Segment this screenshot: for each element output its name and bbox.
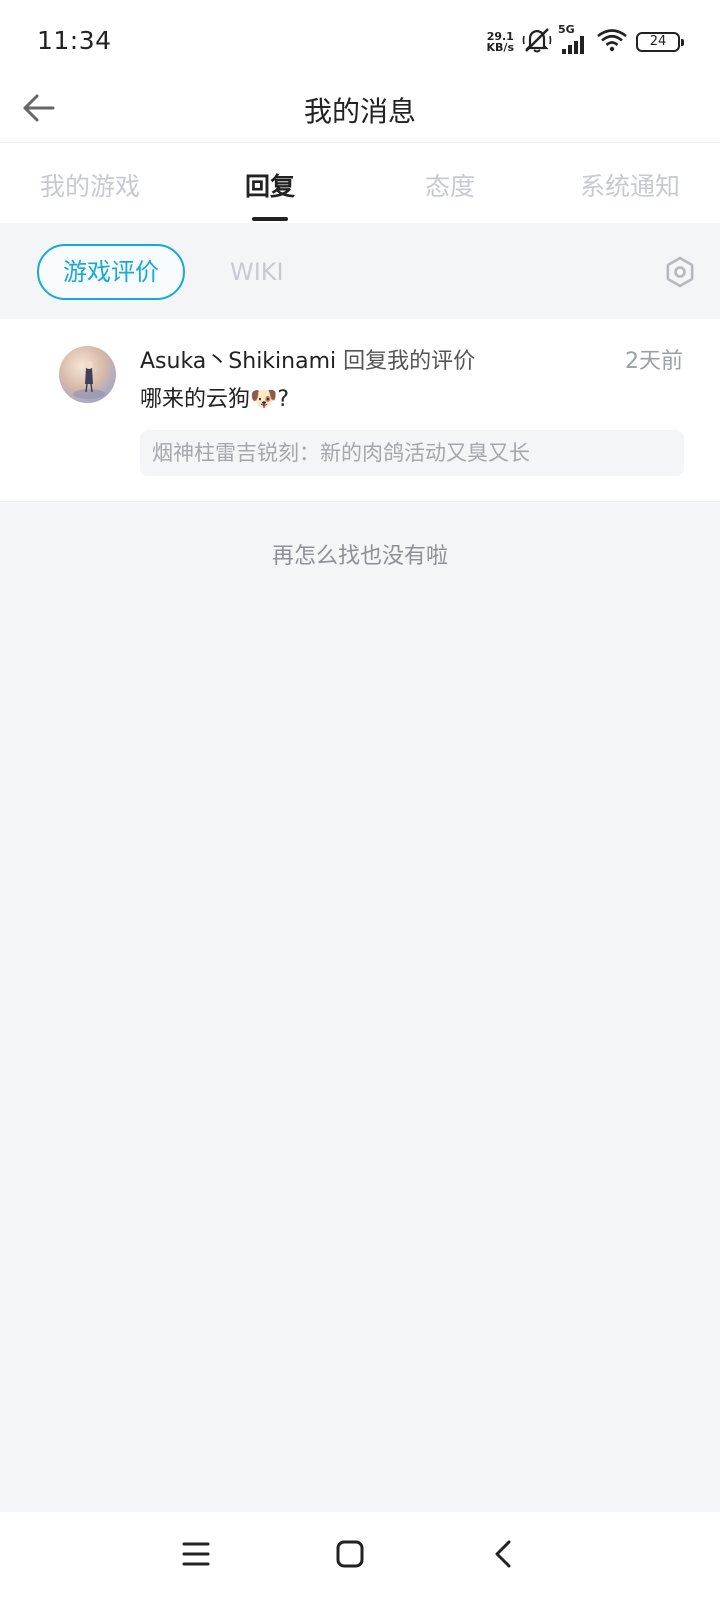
avatar[interactable]	[59, 346, 116, 403]
tab-label: 我的游戏	[39, 172, 140, 201]
message-author[interactable]: Asuka丶Shikinami	[140, 349, 336, 374]
status-icons: 29.1 KB/s 5G 24	[487, 23, 684, 58]
wifi-icon	[596, 28, 628, 56]
filter-row: 游戏评价 WIKI	[0, 223, 720, 319]
net-speed: 29.1 KB/s	[487, 31, 514, 53]
tab-attitude[interactable]: 态度	[360, 143, 540, 223]
filter-settings-button[interactable]	[664, 256, 696, 288]
system-nav-bar	[0, 1512, 720, 1600]
tab-label: 回复	[244, 172, 295, 201]
hex-settings-icon	[664, 256, 696, 292]
filter-chip-wiki[interactable]: WIKI	[230, 244, 284, 300]
mute-icon	[522, 26, 552, 58]
tab-label: 系统通知	[579, 172, 680, 201]
recent-apps-button[interactable]	[172, 1532, 220, 1580]
tab-active-indicator	[252, 217, 288, 221]
header: 我的消息	[0, 80, 720, 142]
back-icon	[493, 1539, 515, 1573]
message-item[interactable]: Asuka丶Shikinami 回复我的评价 2天前 哪来的云狗🐶? 烟神柱雷吉…	[0, 319, 720, 502]
home-icon	[336, 1540, 364, 1572]
tab-label: 态度	[424, 172, 475, 201]
net-speed-unit: KB/s	[486, 41, 514, 54]
battery-icon: 24	[636, 32, 684, 52]
message-body: 哪来的云狗🐶?	[140, 387, 290, 412]
page: 11:34 29.1 KB/s 5G 24 我的消息 我的游戏 回复 态度 系统…	[0, 0, 720, 1600]
filter-chip-game-reviews[interactable]: 游戏评价	[37, 244, 185, 300]
system-back-button[interactable]	[480, 1532, 528, 1580]
home-button[interactable]	[326, 1532, 374, 1580]
status-bar: 11:34 29.1 KB/s 5G 24	[0, 0, 720, 80]
message-time: 2天前	[625, 349, 683, 374]
message-header: Asuka丶Shikinami 回复我的评价	[140, 347, 475, 377]
tab-my-games[interactable]: 我的游戏	[0, 143, 180, 223]
page-title: 我的消息	[303, 95, 416, 128]
status-time: 11:34	[37, 26, 112, 55]
tab-replies[interactable]: 回复	[180, 143, 360, 223]
message-action: 回复我的评价	[336, 349, 476, 374]
signal-icon: 5G	[558, 23, 588, 55]
tab-system-notices[interactable]: 系统通知	[540, 143, 720, 223]
end-of-list-hint: 再怎么找也没有啦	[271, 544, 448, 569]
menu-icon	[182, 1541, 210, 1571]
network-type-label: 5G	[558, 23, 575, 36]
quoted-review[interactable]: 烟神柱雷吉锐刻：新的肉鸽活动又臭又长	[140, 430, 684, 476]
tab-bar: 我的游戏 回复 态度 系统通知	[0, 143, 720, 223]
